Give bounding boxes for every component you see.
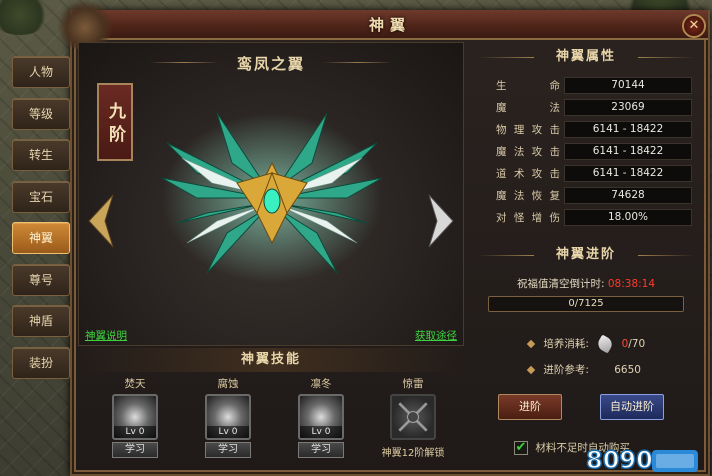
tab-level[interactable]: 等级: [12, 97, 70, 130]
attribute-row: 魔法恢复 74628: [488, 186, 698, 206]
tab-divine-wing[interactable]: 神翼: [12, 222, 70, 254]
attribute-label: 魔法攻击: [496, 146, 560, 158]
skills-header: 神翼技能: [78, 348, 464, 372]
attribute-value: 6141 - 18422: [564, 143, 692, 160]
attribute-value: 23069: [564, 99, 692, 116]
skill-level: Lv 0: [300, 426, 342, 438]
reference-value: 6650: [614, 364, 641, 376]
feather-material-icon[interactable]: [595, 334, 615, 354]
skill-slot: 焚天 Lv 0 学习: [100, 376, 170, 458]
tab-character[interactable]: 人物: [12, 56, 70, 88]
attribute-value: 18.00%: [564, 209, 692, 226]
attribute-row: 对怪增伤 18.00%: [488, 208, 698, 228]
close-button[interactable]: ✕: [682, 14, 706, 38]
next-arrow-icon[interactable]: [425, 193, 457, 249]
auto-buy-checkbox[interactable]: ✔: [514, 441, 528, 455]
side-tab-list: 人物 等级 转生 宝石 神翼 尊号 神盾 装扮: [12, 56, 72, 388]
tab-costume[interactable]: 装扮: [12, 346, 70, 379]
attribute-value: 74628: [564, 187, 692, 204]
previous-arrow-icon[interactable]: [85, 193, 117, 249]
skill-level: Lv 0: [207, 426, 249, 438]
reference-label: 进阶参考:: [543, 364, 589, 376]
wing-rank-plaque: 九阶: [97, 83, 133, 161]
attribute-label: 生命: [496, 80, 560, 92]
attribute-row: 魔法攻击 6141 - 18422: [488, 142, 698, 162]
attribute-value: 70144: [564, 77, 692, 94]
countdown-label: 祝福值清空倒计时:: [516, 278, 605, 290]
skill-level: Lv 0: [114, 426, 156, 438]
wing-name: 鸾凤之翼: [236, 55, 305, 73]
locked-skill-icon: [390, 394, 436, 440]
skill-slot: 腐蚀 Lv 0 学习: [193, 376, 263, 458]
crossed-swords-icon: [398, 402, 428, 432]
skill-name: 腐蚀: [217, 378, 239, 390]
skill-unlock-text: 神翼12阶解锁: [381, 448, 445, 459]
learn-skill-button[interactable]: 学习: [205, 442, 251, 458]
site-logo-watermark: 8090: [585, 445, 698, 474]
tab-gem[interactable]: 宝石: [12, 180, 70, 213]
skill-name: 凛冬: [310, 378, 332, 390]
attribute-row: 生命 70144: [488, 76, 698, 96]
tab-rebirth[interactable]: 转生: [12, 139, 70, 171]
skill-slot: 凛冬 Lv 0 学习: [286, 376, 356, 458]
skill-burn-icon[interactable]: Lv 0: [112, 394, 158, 440]
attribute-label: 道术攻击: [496, 168, 560, 180]
diamond-bullet-icon: [526, 365, 536, 375]
auto-advance-button[interactable]: 自动进阶: [600, 394, 664, 420]
wing-info-link[interactable]: 神翼说明: [85, 328, 127, 343]
advance-button[interactable]: 进阶: [498, 394, 562, 420]
cost-row: 培养消耗: 0/70: [526, 334, 646, 354]
reference-row: 进阶参考: 6650: [526, 362, 641, 377]
right-info-panel: 神翼属性 生命 70144 魔法 23069 物理攻击 6141 - 18422…: [468, 42, 704, 474]
skill-slot: 惊雷 神翼12阶解锁: [378, 376, 448, 459]
divider: [323, 62, 393, 63]
blessing-progress-bar: 0/7125: [488, 296, 684, 312]
wing-display-panel: 鸾凤之翼 九阶 神翼说明 获取途径: [78, 42, 464, 346]
tab-divine-shield[interactable]: 神盾: [12, 305, 70, 337]
wing-model-image: [161, 112, 383, 283]
attributes-title: 神翼属性: [468, 46, 704, 68]
skill-frost-icon[interactable]: Lv 0: [298, 394, 344, 440]
cost-need: /70: [628, 338, 646, 350]
attribute-value: 6141 - 18422: [564, 121, 692, 138]
learn-skill-button[interactable]: 学习: [112, 442, 158, 458]
skill-name: 焚天: [124, 378, 146, 390]
attribute-row: 魔法 23069: [488, 98, 698, 118]
attribute-label: 物理攻击: [496, 124, 560, 136]
attribute-row: 道术攻击 6141 - 18422: [488, 164, 698, 184]
attribute-row: 物理攻击 6141 - 18422: [488, 120, 698, 140]
skill-name: 惊雷: [402, 378, 424, 390]
attribute-label: 对怪增伤: [496, 212, 560, 224]
learn-skill-button[interactable]: 学习: [298, 442, 344, 458]
attribute-value: 6141 - 18422: [564, 165, 692, 182]
blessing-countdown: 祝福值清空倒计时: 08:38:14: [468, 276, 704, 291]
countdown-value: 08:38:14: [607, 278, 656, 290]
attribute-label: 魔法: [496, 102, 560, 114]
wing-skills-panel: 神翼技能 焚天 Lv 0 学习 腐蚀 Lv 0 学习 凛冬 Lv 0 学习 惊雷…: [78, 346, 464, 474]
skill-corrode-icon[interactable]: Lv 0: [205, 394, 251, 440]
title-bar: 神翼 ✕: [72, 10, 708, 40]
progress-text: 0/7125: [568, 298, 604, 309]
attribute-label: 魔法恢复: [496, 190, 560, 202]
diamond-bullet-icon: [526, 339, 536, 349]
svg-text:8090: 8090: [586, 446, 653, 474]
window-title: 神翼: [368, 15, 411, 34]
cost-label: 培养消耗:: [543, 338, 589, 350]
obtain-method-link[interactable]: 获取途径: [415, 328, 457, 343]
tab-title[interactable]: 尊号: [12, 263, 70, 296]
advance-title: 神翼进阶: [468, 244, 704, 266]
